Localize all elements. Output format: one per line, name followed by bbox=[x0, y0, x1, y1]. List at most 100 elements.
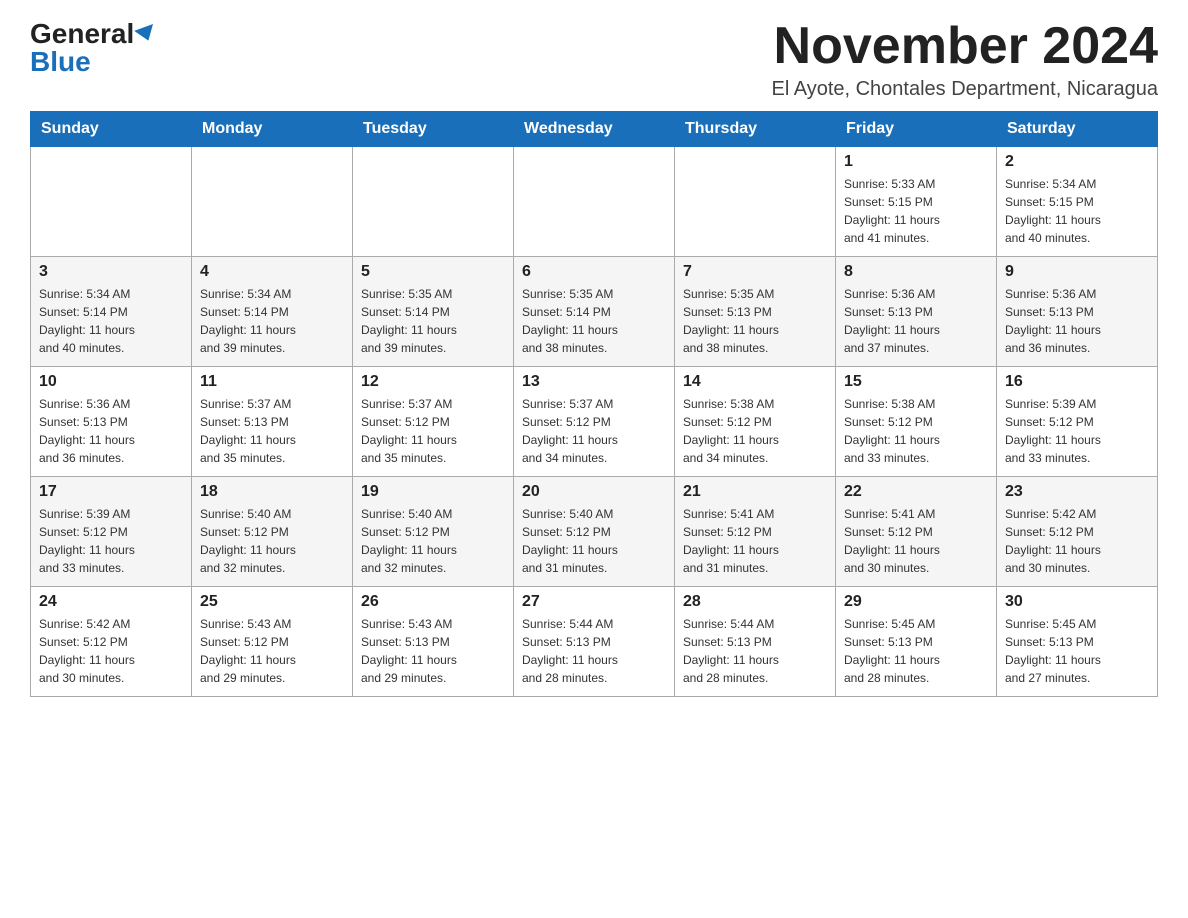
day-info: Sunrise: 5:37 AM Sunset: 5:13 PM Dayligh… bbox=[200, 395, 344, 467]
calendar-cell: 20 Sunrise: 5:40 AM Sunset: 5:12 PM Dayli… bbox=[514, 477, 675, 587]
calendar-cell: 1 Sunrise: 5:33 AM Sunset: 5:15 PM Daylig… bbox=[836, 147, 997, 257]
calendar-cell bbox=[192, 147, 353, 257]
calendar-header-row: SundayMondayTuesdayWednesdayThursdayFrid… bbox=[31, 112, 1158, 147]
day-info: Sunrise: 5:41 AM Sunset: 5:12 PM Dayligh… bbox=[844, 505, 988, 577]
day-number: 12 bbox=[361, 373, 505, 391]
day-number: 21 bbox=[683, 483, 827, 501]
calendar-cell bbox=[31, 147, 192, 257]
day-info: Sunrise: 5:36 AM Sunset: 5:13 PM Dayligh… bbox=[39, 395, 183, 467]
calendar-cell: 16Sunrise: 5:39 AM Sunset: 5:12 PM Dayli… bbox=[997, 367, 1158, 477]
calendar-cell: 15Sunrise: 5:38 AM Sunset: 5:12 PM Dayli… bbox=[836, 367, 997, 477]
calendar-cell: 12Sunrise: 5:37 AM Sunset: 5:12 PM Dayli… bbox=[353, 367, 514, 477]
day-info: Sunrise: 5:35 AM Sunset: 5:14 PM Dayligh… bbox=[361, 285, 505, 357]
day-number: 25 bbox=[200, 593, 344, 611]
day-info: Sunrise: 5:39 AM Sunset: 5:12 PM Dayligh… bbox=[39, 505, 183, 577]
calendar-cell: 29Sunrise: 5:45 AM Sunset: 5:13 PM Dayli… bbox=[836, 587, 997, 697]
calendar-cell: 2 Sunrise: 5:34 AM Sunset: 5:15 PM Daylig… bbox=[997, 147, 1158, 257]
day-number: 2 bbox=[1005, 153, 1149, 171]
location-subtitle: El Ayote, Chontales Department, Nicaragu… bbox=[771, 78, 1158, 101]
calendar-cell bbox=[514, 147, 675, 257]
day-info: Sunrise: 5:40 AM Sunset: 5:12 PM Dayligh… bbox=[522, 505, 666, 577]
day-info: Sunrise: 5:38 AM Sunset: 5:12 PM Dayligh… bbox=[683, 395, 827, 467]
day-info: Sunrise: 5:43 AM Sunset: 5:12 PM Dayligh… bbox=[200, 615, 344, 687]
calendar-cell: 14 Sunrise: 5:38 AM Sunset: 5:12 PM Dayli… bbox=[675, 367, 836, 477]
day-number: 20 bbox=[522, 483, 666, 501]
calendar-week-row: 3Sunrise: 5:34 AM Sunset: 5:14 PM Daylig… bbox=[31, 257, 1158, 367]
day-number: 23 bbox=[1005, 483, 1149, 501]
logo-general-text: General bbox=[30, 20, 134, 48]
title-area: November 2024 El Ayote, Chontales Depart… bbox=[771, 20, 1158, 101]
calendar-cell: 8 Sunrise: 5:36 AM Sunset: 5:13 PM Daylig… bbox=[836, 257, 997, 367]
calendar-cell: 4 Sunrise: 5:34 AM Sunset: 5:14 PM Daylig… bbox=[192, 257, 353, 367]
logo-blue-text: Blue bbox=[30, 48, 91, 76]
day-info: Sunrise: 5:39 AM Sunset: 5:12 PM Dayligh… bbox=[1005, 395, 1149, 467]
day-info: Sunrise: 5:42 AM Sunset: 5:12 PM Dayligh… bbox=[39, 615, 183, 687]
day-info: Sunrise: 5:34 AM Sunset: 5:14 PM Dayligh… bbox=[200, 285, 344, 357]
calendar-cell: 6 Sunrise: 5:35 AM Sunset: 5:14 PM Daylig… bbox=[514, 257, 675, 367]
calendar-cell: 25 Sunrise: 5:43 AM Sunset: 5:12 PM Dayli… bbox=[192, 587, 353, 697]
page-header: General Blue November 2024 El Ayote, Cho… bbox=[30, 20, 1158, 101]
calendar-week-row: 10 Sunrise: 5:36 AM Sunset: 5:13 PM Dayli… bbox=[31, 367, 1158, 477]
day-number: 17 bbox=[39, 483, 183, 501]
calendar-week-row: 1 Sunrise: 5:33 AM Sunset: 5:15 PM Daylig… bbox=[31, 147, 1158, 257]
day-number: 19 bbox=[361, 483, 505, 501]
calendar-day-header: Sunday bbox=[31, 112, 192, 147]
day-info: Sunrise: 5:35 AM Sunset: 5:14 PM Dayligh… bbox=[522, 285, 666, 357]
day-info: Sunrise: 5:36 AM Sunset: 5:13 PM Dayligh… bbox=[844, 285, 988, 357]
calendar-cell: 11Sunrise: 5:37 AM Sunset: 5:13 PM Dayli… bbox=[192, 367, 353, 477]
day-number: 1 bbox=[844, 153, 988, 171]
day-number: 4 bbox=[200, 263, 344, 281]
month-title: November 2024 bbox=[771, 20, 1158, 72]
calendar-day-header: Monday bbox=[192, 112, 353, 147]
day-info: Sunrise: 5:37 AM Sunset: 5:12 PM Dayligh… bbox=[522, 395, 666, 467]
calendar-table: SundayMondayTuesdayWednesdayThursdayFrid… bbox=[30, 111, 1158, 697]
calendar-day-header: Saturday bbox=[997, 112, 1158, 147]
day-number: 8 bbox=[844, 263, 988, 281]
day-info: Sunrise: 5:45 AM Sunset: 5:13 PM Dayligh… bbox=[1005, 615, 1149, 687]
calendar-day-header: Wednesday bbox=[514, 112, 675, 147]
calendar-cell: 30 Sunrise: 5:45 AM Sunset: 5:13 PM Dayli… bbox=[997, 587, 1158, 697]
calendar-cell: 26 Sunrise: 5:43 AM Sunset: 5:13 PM Dayli… bbox=[353, 587, 514, 697]
calendar-cell: 27Sunrise: 5:44 AM Sunset: 5:13 PM Dayli… bbox=[514, 587, 675, 697]
day-number: 6 bbox=[522, 263, 666, 281]
calendar-week-row: 24 Sunrise: 5:42 AM Sunset: 5:12 PM Dayli… bbox=[31, 587, 1158, 697]
day-number: 24 bbox=[39, 593, 183, 611]
day-info: Sunrise: 5:33 AM Sunset: 5:15 PM Dayligh… bbox=[844, 175, 988, 247]
day-info: Sunrise: 5:43 AM Sunset: 5:13 PM Dayligh… bbox=[361, 615, 505, 687]
day-number: 14 bbox=[683, 373, 827, 391]
calendar-day-header: Thursday bbox=[675, 112, 836, 147]
calendar-cell: 10 Sunrise: 5:36 AM Sunset: 5:13 PM Dayli… bbox=[31, 367, 192, 477]
day-number: 9 bbox=[1005, 263, 1149, 281]
calendar-cell: 28 Sunrise: 5:44 AM Sunset: 5:13 PM Dayli… bbox=[675, 587, 836, 697]
day-info: Sunrise: 5:34 AM Sunset: 5:15 PM Dayligh… bbox=[1005, 175, 1149, 247]
calendar-cell: 7 Sunrise: 5:35 AM Sunset: 5:13 PM Daylig… bbox=[675, 257, 836, 367]
day-info: Sunrise: 5:35 AM Sunset: 5:13 PM Dayligh… bbox=[683, 285, 827, 357]
calendar-day-header: Friday bbox=[836, 112, 997, 147]
calendar-cell: 23 Sunrise: 5:42 AM Sunset: 5:12 PM Dayli… bbox=[997, 477, 1158, 587]
calendar-week-row: 17 Sunrise: 5:39 AM Sunset: 5:12 PM Dayli… bbox=[31, 477, 1158, 587]
day-number: 18 bbox=[200, 483, 344, 501]
day-info: Sunrise: 5:40 AM Sunset: 5:12 PM Dayligh… bbox=[361, 505, 505, 577]
calendar-cell: 24 Sunrise: 5:42 AM Sunset: 5:12 PM Dayli… bbox=[31, 587, 192, 697]
calendar-cell: 5 Sunrise: 5:35 AM Sunset: 5:14 PM Daylig… bbox=[353, 257, 514, 367]
day-number: 10 bbox=[39, 373, 183, 391]
day-number: 26 bbox=[361, 593, 505, 611]
day-number: 5 bbox=[361, 263, 505, 281]
day-info: Sunrise: 5:41 AM Sunset: 5:12 PM Dayligh… bbox=[683, 505, 827, 577]
calendar-cell: 21 Sunrise: 5:41 AM Sunset: 5:12 PM Dayli… bbox=[675, 477, 836, 587]
day-number: 7 bbox=[683, 263, 827, 281]
day-number: 15 bbox=[844, 373, 988, 391]
calendar-cell: 13 Sunrise: 5:37 AM Sunset: 5:12 PM Dayli… bbox=[514, 367, 675, 477]
day-number: 22 bbox=[844, 483, 988, 501]
day-number: 29 bbox=[844, 593, 988, 611]
day-info: Sunrise: 5:40 AM Sunset: 5:12 PM Dayligh… bbox=[200, 505, 344, 577]
day-number: 30 bbox=[1005, 593, 1149, 611]
day-info: Sunrise: 5:44 AM Sunset: 5:13 PM Dayligh… bbox=[683, 615, 827, 687]
calendar-cell: 3Sunrise: 5:34 AM Sunset: 5:14 PM Daylig… bbox=[31, 257, 192, 367]
calendar-cell: 22 Sunrise: 5:41 AM Sunset: 5:12 PM Dayli… bbox=[836, 477, 997, 587]
day-number: 28 bbox=[683, 593, 827, 611]
logo-triangle-icon bbox=[134, 24, 158, 44]
logo: General Blue bbox=[30, 20, 156, 76]
day-info: Sunrise: 5:42 AM Sunset: 5:12 PM Dayligh… bbox=[1005, 505, 1149, 577]
day-number: 13 bbox=[522, 373, 666, 391]
